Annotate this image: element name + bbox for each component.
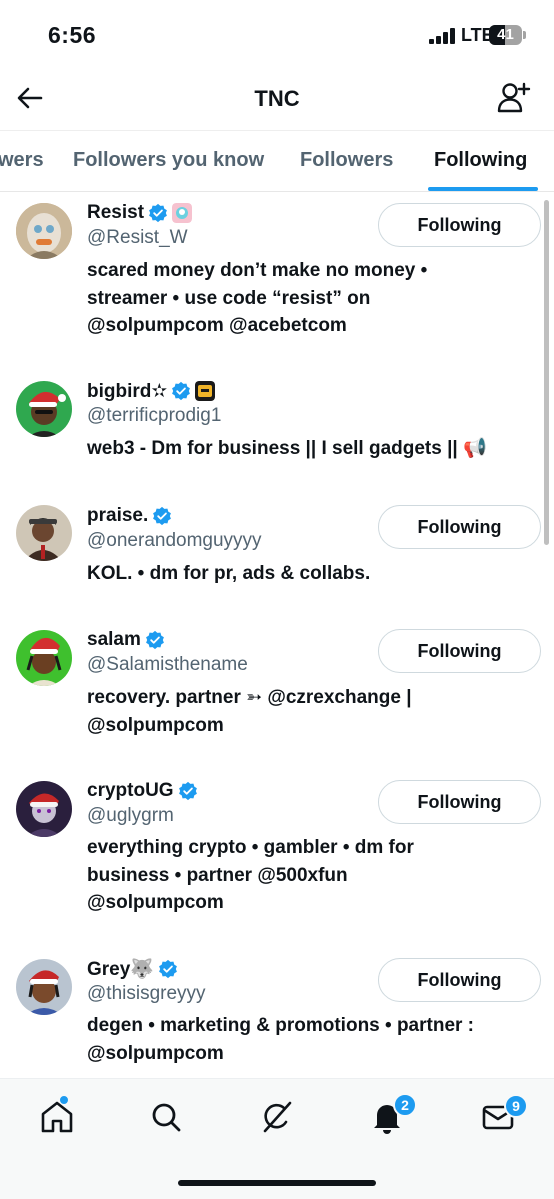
name-line: Grey🐺 (87, 956, 178, 982)
home-indicator[interactable] (178, 1180, 376, 1186)
user-bio: web3 - Dm for business || I sell gadgets… (87, 435, 527, 463)
display-name[interactable]: bigbird✫ (87, 380, 167, 403)
user-bio: everything crypto • gambler • dm for bus… (87, 834, 527, 917)
name-line: cryptoUG (87, 778, 198, 804)
bio-line: web3 - Dm for business || I sell gadgets… (87, 438, 487, 459)
bio-line[interactable]: @solpumpcom (87, 889, 527, 917)
name-line: Resist (87, 200, 193, 226)
bio-line: degen • marketing & promotions • partner… (87, 1015, 475, 1036)
bio-line: everything crypto • gambler • dm for (87, 837, 414, 858)
tab-followers[interactable]: Followers (300, 149, 393, 172)
user-handle[interactable]: @uglygrm (87, 805, 174, 827)
following-button[interactable]: Following (378, 505, 541, 549)
nav-home[interactable] (37, 1095, 77, 1137)
user-handle[interactable]: @Salamisthename (87, 654, 248, 676)
affiliate-badge-icon (195, 381, 216, 401)
display-name[interactable]: praise. (87, 505, 148, 527)
tab-followers-you-know[interactable]: Followers you know (73, 149, 264, 172)
verified-badge-icon (149, 203, 167, 223)
user-bio: degen • marketing & promotions • partner… (87, 1012, 527, 1067)
affiliate-badge-icon (172, 203, 193, 223)
bio-line: recovery. partner ➳ @czrexchange | (87, 687, 412, 708)
verified-badge-icon (172, 381, 191, 401)
name-line: bigbird✫ (87, 378, 216, 404)
avatar[interactable] (16, 203, 72, 259)
user-handle[interactable]: @thisisgreyyy (87, 983, 206, 1005)
tab-following[interactable]: Following (434, 149, 527, 172)
page-title: TNC (254, 86, 300, 111)
bio-line: business • partner @500xfun (87, 864, 348, 886)
bio-line[interactable]: @solpumpcom (87, 712, 527, 740)
user-handle[interactable]: @terrificprodig1 (87, 405, 221, 427)
bio-line[interactable]: @solpumpcom @acebetcom (87, 312, 527, 340)
verified-badge-icon (159, 959, 177, 979)
display-name[interactable]: Resist (87, 202, 144, 224)
bio-line: scared money don’t make no money • (87, 260, 428, 281)
battery-level: 41 (497, 26, 514, 43)
nav-search[interactable] (146, 1097, 186, 1137)
add-user-icon (497, 82, 531, 113)
user-bio: scared money don’t make no money • strea… (87, 257, 527, 340)
battery-tip (523, 31, 526, 39)
grok-icon (263, 1101, 292, 1133)
active-tab-indicator (428, 187, 538, 191)
verified-badge-icon (178, 781, 197, 801)
verified-badge-icon (145, 630, 164, 650)
bio-line[interactable]: @solpumpcom (87, 1040, 527, 1068)
notifications-badge: 2 (393, 1093, 417, 1117)
status-time: 6:56 (48, 22, 97, 48)
tab-bar: wers Followers you know Followers Follow… (0, 130, 554, 192)
verified-badge-icon (153, 506, 172, 526)
status-bar: 6:56 LTE 41 (0, 0, 554, 70)
header: TNC (0, 70, 554, 130)
avatar[interactable] (16, 505, 72, 561)
avatar[interactable] (16, 781, 72, 837)
home-unread-dot (59, 1095, 69, 1105)
following-button[interactable]: Following (378, 629, 541, 673)
bio-line: KOL. • dm for pr, ads & collabs. (87, 563, 371, 584)
nav-grok[interactable] (257, 1097, 297, 1137)
battery-icon: 41 (489, 25, 522, 45)
signal-icon (429, 28, 455, 44)
nav-messages[interactable]: 9 (478, 1094, 528, 1137)
avatar[interactable] (16, 381, 72, 437)
display-name[interactable]: cryptoUG (87, 780, 174, 802)
user-bio: KOL. • dm for pr, ads & collabs. (87, 560, 527, 588)
name-line: salam (87, 627, 165, 653)
avatar[interactable] (16, 630, 72, 686)
nav-notifications[interactable]: 2 (367, 1093, 417, 1137)
home-icon (41, 1101, 73, 1133)
search-icon (152, 1103, 181, 1132)
following-button[interactable]: Following (378, 780, 541, 824)
user-handle[interactable]: @Resist_W (87, 227, 188, 249)
bio-line: streamer • use code “resist” on (87, 287, 371, 309)
user-bio: recovery. partner ➳ @czrexchange | @solp… (87, 684, 527, 739)
messages-badge: 9 (504, 1094, 528, 1118)
display-name[interactable]: salam (87, 629, 141, 651)
scrollbar[interactable] (544, 200, 549, 545)
display-name[interactable]: Grey🐺 (87, 957, 154, 981)
name-line: praise. (87, 503, 172, 529)
tab-verified-followers[interactable]: wers (0, 149, 44, 172)
following-button[interactable]: Following (378, 203, 541, 247)
following-button[interactable]: Following (378, 958, 541, 1002)
add-user-button[interactable] (495, 80, 531, 116)
avatar[interactable] (16, 959, 72, 1015)
user-handle[interactable]: @onerandomguyyyy (87, 530, 262, 552)
